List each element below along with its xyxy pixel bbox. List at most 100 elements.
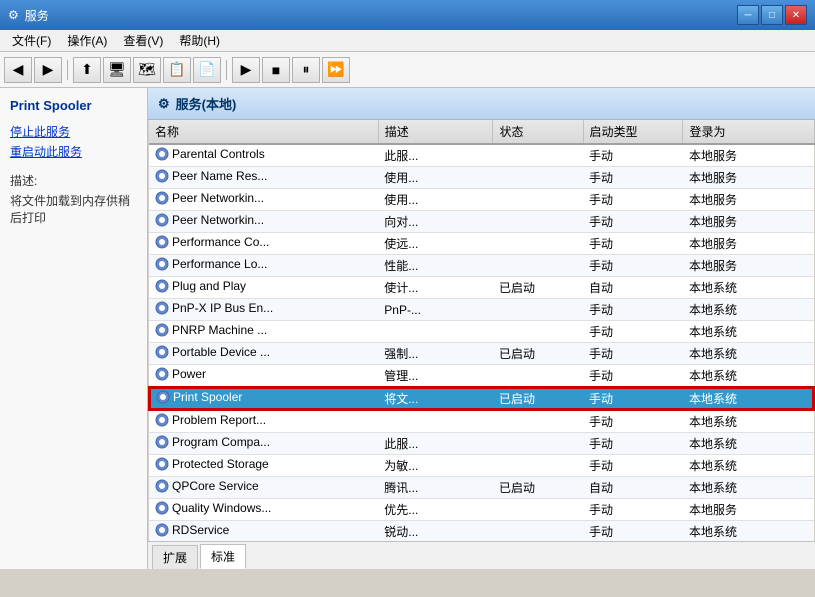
menu-view[interactable]: 查看(V): [115, 30, 171, 51]
service-name-cell: Problem Report...: [149, 410, 378, 433]
service-desc-cell: 此服...: [378, 144, 493, 167]
title-bar-left: ⚙ 服务: [8, 7, 49, 24]
map-button[interactable]: 🗺: [133, 57, 161, 83]
col-header-login[interactable]: 登录为: [683, 120, 814, 144]
service-icon: [155, 323, 169, 337]
col-header-status[interactable]: 状态: [493, 120, 583, 144]
service-startup-cell: 手动: [583, 211, 683, 233]
service-name-cell: Program Compa...: [149, 433, 378, 455]
table-row[interactable]: Portable Device ... 强制...已启动手动本地系统: [149, 343, 814, 365]
service-icon: [155, 257, 169, 271]
service-name-cell: Parental Controls: [149, 144, 378, 167]
service-status-cell: [493, 321, 583, 343]
right-panel-header: ⚙ 服务(本地): [148, 88, 815, 120]
service-desc-cell: PnP-...: [378, 299, 493, 321]
button3[interactable]: 📋: [163, 57, 191, 83]
service-login-cell: 本地服务: [683, 233, 814, 255]
back-button[interactable]: ◀: [4, 57, 32, 83]
service-icon: [155, 413, 169, 427]
toolbar-sep-1: [67, 60, 68, 80]
service-startup-cell: 手动: [583, 365, 683, 388]
menu-help[interactable]: 帮助(H): [171, 30, 228, 51]
tab-standard[interactable]: 标准: [200, 544, 246, 569]
table-row[interactable]: Peer Networkin... 使用...手动本地服务: [149, 189, 814, 211]
service-icon: [155, 501, 169, 515]
menu-file[interactable]: 文件(F): [4, 30, 59, 51]
service-status-cell: [493, 521, 583, 542]
table-header-row: 名称 描述 状态 启动类型 登录为: [149, 120, 814, 144]
right-panel: ⚙ 服务(本地) 名称 描述 状态 启动类型 登录为: [148, 88, 815, 569]
service-startup-cell: 手动: [583, 433, 683, 455]
service-icon: [155, 213, 169, 227]
col-header-desc[interactable]: 描述: [378, 120, 493, 144]
service-login-cell: 本地系统: [683, 277, 814, 299]
up-button[interactable]: ⬆: [73, 57, 101, 83]
show-hide-button[interactable]: 🖥: [103, 57, 131, 83]
table-row[interactable]: QPCore Service 腾讯...已启动自动本地系统: [149, 477, 814, 499]
refresh-button[interactable]: ⏩: [322, 57, 350, 83]
table-row[interactable]: RDService 锐动...手动本地系统: [149, 521, 814, 542]
forward-button[interactable]: ▶: [34, 57, 62, 83]
pause-button[interactable]: ⏸: [292, 57, 320, 83]
service-icon: [155, 457, 169, 471]
col-header-name[interactable]: 名称: [149, 120, 378, 144]
play-button[interactable]: ▶: [232, 57, 260, 83]
maximize-button[interactable]: □: [761, 5, 783, 25]
service-name-cell: Performance Lo...: [149, 255, 378, 277]
service-status-cell: 已启动: [493, 477, 583, 499]
minimize-button[interactable]: ─: [737, 5, 759, 25]
service-desc-cell: 向对...: [378, 211, 493, 233]
service-desc-cell: 腾讯...: [378, 477, 493, 499]
table-row[interactable]: Peer Name Res... 使用...手动本地服务: [149, 167, 814, 189]
service-status-cell: [493, 433, 583, 455]
table-row[interactable]: Program Compa... 此服...手动本地系统: [149, 433, 814, 455]
service-desc-cell: 此服...: [378, 433, 493, 455]
table-row[interactable]: PnP-X IP Bus En... PnP-...手动本地系统: [149, 299, 814, 321]
service-desc-cell: 使用...: [378, 167, 493, 189]
stop-service-link[interactable]: 停止此服务: [10, 123, 137, 140]
left-panel-title: Print Spooler: [10, 98, 137, 113]
service-name-cell: PnP-X IP Bus En...: [149, 299, 378, 321]
desc-label: 描述:: [10, 172, 137, 189]
service-login-cell: 本地系统: [683, 455, 814, 477]
stop-button[interactable]: ■: [262, 57, 290, 83]
table-row[interactable]: Power 管理...手动本地系统: [149, 365, 814, 388]
table-row[interactable]: Peer Networkin... 向对...手动本地服务: [149, 211, 814, 233]
table-row[interactable]: Protected Storage 为敏...手动本地系统: [149, 455, 814, 477]
service-status-cell: [493, 167, 583, 189]
service-icon: [155, 435, 169, 449]
service-desc-cell: 强制...: [378, 343, 493, 365]
table-row[interactable]: Problem Report... 手动本地系统: [149, 410, 814, 433]
button4[interactable]: 📄: [193, 57, 221, 83]
service-startup-cell: 自动: [583, 477, 683, 499]
service-desc-cell: 使计...: [378, 277, 493, 299]
service-login-cell: 本地系统: [683, 387, 814, 410]
service-startup-cell: 手动: [583, 189, 683, 211]
table-row[interactable]: Performance Lo... 性能...手动本地服务: [149, 255, 814, 277]
services-table-container[interactable]: 名称 描述 状态 启动类型 登录为 Parental Controls 此服..…: [148, 120, 815, 541]
service-desc-cell: 将文...: [378, 387, 493, 410]
table-row[interactable]: PNRP Machine ... 手动本地系统: [149, 321, 814, 343]
service-login-cell: 本地系统: [683, 299, 814, 321]
header-icon: ⚙: [158, 96, 170, 112]
table-row[interactable]: Print Spooler 将文...已启动手动本地系统: [149, 387, 814, 410]
table-row[interactable]: Quality Windows... 优先...手动本地服务: [149, 499, 814, 521]
tab-expand[interactable]: 扩展: [152, 545, 198, 569]
table-row[interactable]: Plug and Play 使计...已启动自动本地系统: [149, 277, 814, 299]
table-row[interactable]: Performance Co... 使远...手动本地服务: [149, 233, 814, 255]
service-login-cell: 本地服务: [683, 167, 814, 189]
restart-service-link[interactable]: 重启动此服务: [10, 143, 137, 160]
service-startup-cell: 手动: [583, 144, 683, 167]
close-button[interactable]: ✕: [785, 5, 807, 25]
service-startup-cell: 自动: [583, 277, 683, 299]
table-row[interactable]: Parental Controls 此服...手动本地服务: [149, 144, 814, 167]
service-icon: [155, 279, 169, 293]
service-name-cell: Peer Networkin...: [149, 189, 378, 211]
service-login-cell: 本地系统: [683, 365, 814, 388]
col-header-startup[interactable]: 启动类型: [583, 120, 683, 144]
toolbar-sep-2: [226, 60, 227, 80]
service-status-cell: [493, 410, 583, 433]
menu-action[interactable]: 操作(A): [59, 30, 115, 51]
service-login-cell: 本地服务: [683, 189, 814, 211]
service-name-cell: QPCore Service: [149, 477, 378, 499]
